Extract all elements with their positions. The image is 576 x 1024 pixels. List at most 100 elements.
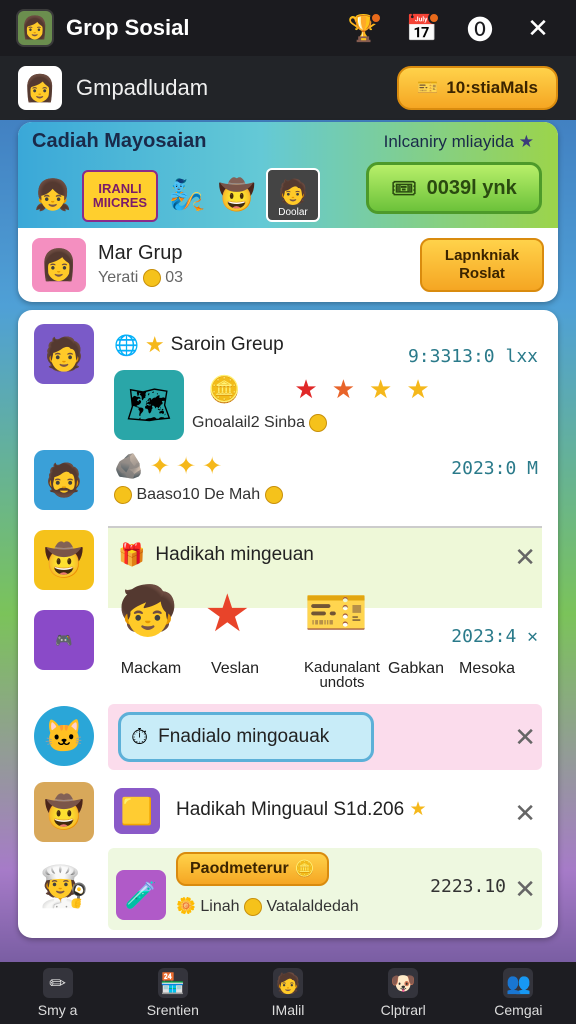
- feed-item-text: Baaso10 De Mah: [114, 486, 283, 504]
- hero-claim-button[interactable]: 🎟 0039l ynk: [366, 162, 542, 214]
- user-header: 👩 Gmpadludam 🎫 10:stiaMals: [0, 56, 576, 120]
- reward-label: Mackam: [120, 660, 182, 677]
- nav-label: Smy a: [37, 1002, 78, 1018]
- potion-icon: 🧪: [116, 870, 166, 920]
- reward-caption: Gnoalail2 Sinba: [192, 414, 328, 432]
- group-hero-card: Cadiah Mayosaian Inlcaniry mliayida ★ 👧 …: [18, 122, 558, 302]
- close-icon[interactable]: ✕: [514, 722, 536, 753]
- profile-icon: 🧑: [273, 968, 303, 998]
- character-girl-icon: 👧: [34, 178, 72, 212]
- member-photo[interactable]: 🧑 Doolar: [266, 168, 320, 222]
- hero-subtitle-text: Inlcaniry mliayida: [383, 132, 515, 151]
- star-icon: ★: [409, 799, 427, 820]
- shop-icon: 🏪: [157, 968, 188, 998]
- close-icon: ✕: [527, 12, 549, 43]
- group-stats: Yerati 03: [98, 269, 420, 288]
- coin-icon: [309, 414, 328, 432]
- star-reward-icon[interactable]: ★: [204, 584, 251, 644]
- activity-feed: 🧑 🌐 ★ Saroin Greup 9:3313:0 lxx 🗺 🪙 ★ ★ …: [18, 310, 558, 938]
- feed-item: 🐱 ⏱ Fnadialo mingoauak ✕: [18, 702, 558, 774]
- member-avatar[interactable]: 🐱: [34, 706, 94, 766]
- feed-item: 🧑 🌐 ★ Saroin Greup 9:3313:0 lxx 🗺 🪙 ★ ★ …: [18, 320, 558, 440]
- status-badge-label: Paodmeterur: [190, 860, 289, 877]
- gift-icon: 🎁: [118, 542, 146, 567]
- alert-button[interactable]: ⓿: [458, 6, 502, 50]
- avatar[interactable]: 👩: [18, 66, 62, 110]
- weekly-time: 2023:4: [451, 626, 517, 647]
- feed-time: 2023:4 ✕: [451, 626, 538, 647]
- weekly-pill-button[interactable]: ⏱ Fnadialo mingoauak: [118, 712, 374, 762]
- ticket-icon: 🎟: [391, 177, 417, 200]
- star-icon: ★: [331, 374, 355, 404]
- feed-item-text: 🌼 Linah Vatalaldedah: [176, 896, 359, 916]
- reward-label: Veslan: [210, 660, 260, 677]
- sparkle-icon: ✦: [176, 453, 197, 480]
- ticket-icon: 🎫: [417, 78, 439, 97]
- group-avatar[interactable]: 👩: [32, 238, 86, 292]
- group-avatar-icon[interactable]: 👩: [16, 9, 54, 47]
- member-avatar[interactable]: 🤠: [34, 530, 94, 590]
- nav-item-edit[interactable]: ✏ Smy a: [0, 962, 115, 1024]
- close-button[interactable]: ✕: [516, 6, 560, 50]
- coin-icon: 🪙: [294, 861, 315, 878]
- nav-item-profile[interactable]: 🧑 IMalil: [230, 962, 345, 1024]
- feed-time: 2223.10: [430, 876, 506, 897]
- feed-item-text-value: Hadikah Minguaul S1d.206: [176, 799, 405, 820]
- pet-icon: 🐶: [388, 968, 419, 998]
- feed-item: 🤠 🟨 Hadikah Minguaul S1d.206 ★ ✕: [18, 780, 558, 844]
- reward-icons: 🪙 ★ ★ ★ ★: [208, 374, 430, 405]
- nav-item-team[interactable]: 👥 Cemgai: [461, 962, 576, 1024]
- ticket-reward-icon[interactable]: 🎫: [304, 582, 369, 643]
- close-icon[interactable]: ✕: [514, 542, 536, 573]
- reward-caption-text: Gnoalail2 Sinba: [192, 414, 305, 432]
- star-icon: ★: [294, 374, 318, 404]
- close-icon[interactable]: ✕: [514, 874, 536, 905]
- character-reward-icon[interactable]: 🧒: [118, 582, 178, 639]
- weekly-pill-label: Fnadialo mingoauak: [158, 726, 330, 747]
- feed-item-icons: 🪨 ✦ ✦ ✦: [114, 452, 222, 481]
- star-icon: ★: [144, 332, 165, 357]
- feed-item-text: Hadikah Minguaul S1d.206 ★: [176, 798, 427, 821]
- alert-icon: ⓿: [466, 14, 493, 45]
- map-icon[interactable]: 🗺: [114, 370, 184, 440]
- small-coin-icon: 🌼: [176, 898, 196, 915]
- nav-item-pet[interactable]: 🐶 Clptrarl: [346, 962, 461, 1024]
- notification-dot: [370, 12, 382, 24]
- feed-time: 9:3313:0 lxx: [407, 346, 538, 367]
- edit-icon: ✏: [42, 968, 73, 998]
- nav-label: Srentien: [146, 1002, 199, 1018]
- coin-icon: 🪙: [208, 374, 241, 404]
- sparkle-icon: ✦: [202, 453, 223, 480]
- gold-bar-icon: 🟨: [114, 788, 160, 834]
- game-logo: IRANLI MIICRES: [82, 170, 158, 222]
- coin-icon: [142, 269, 161, 288]
- status-badge[interactable]: Paodmeterur 🪙: [176, 852, 329, 886]
- group-name: Mar Grup: [98, 242, 183, 265]
- member-avatar[interactable]: 🧑: [34, 324, 94, 384]
- currency-button[interactable]: 🎫 10:stiaMals: [397, 66, 558, 110]
- coin-icon: [114, 486, 132, 504]
- close-icon[interactable]: ✕: [514, 798, 536, 829]
- sparkle-icon: ✦: [149, 453, 170, 480]
- rock-icon: 🪨: [114, 453, 144, 480]
- team-icon: 👥: [503, 968, 534, 998]
- nav-label: Clptrarl: [380, 1002, 426, 1018]
- member-avatar[interactable]: 🎮: [34, 610, 94, 670]
- hero-characters: 👧 IRANLI MIICRES 🧞 🤠 🧑 Doolar: [32, 168, 320, 222]
- calendar-button[interactable]: 📅: [400, 6, 444, 50]
- chef-character-icon[interactable]: 🧑‍🍳: [34, 856, 94, 916]
- hero-claim-label: 0039l ynk: [426, 176, 517, 199]
- member-avatar[interactable]: 🤠: [34, 782, 94, 842]
- member-avatar[interactable]: 🧔: [34, 450, 94, 510]
- reward-label: Mesoka: [458, 660, 516, 677]
- feed-sub-label: Linah: [200, 898, 240, 915]
- feed-item: 🧔 🪨 ✦ ✦ ✦ 2023:0 M Baaso10 De Mah: [18, 448, 558, 528]
- nav-item-shop[interactable]: 🏪 Srentien: [115, 962, 230, 1024]
- star-icon: ★: [406, 374, 430, 404]
- group-action-button[interactable]: Lapnkniak Roslat: [420, 238, 544, 292]
- trophy-button[interactable]: 🏆: [342, 6, 386, 50]
- user-name: Gmpadludam: [76, 75, 209, 100]
- bottom-nav: ✏ Smy a 🏪 Srentien 🧑 IMalil 🐶 Clptrarl 👥 Cemg…: [0, 962, 576, 1024]
- coin-icon: [243, 897, 262, 916]
- top-bar: 👩 Grop Sosial 🏆 📅 ⓿ ✕: [0, 0, 576, 56]
